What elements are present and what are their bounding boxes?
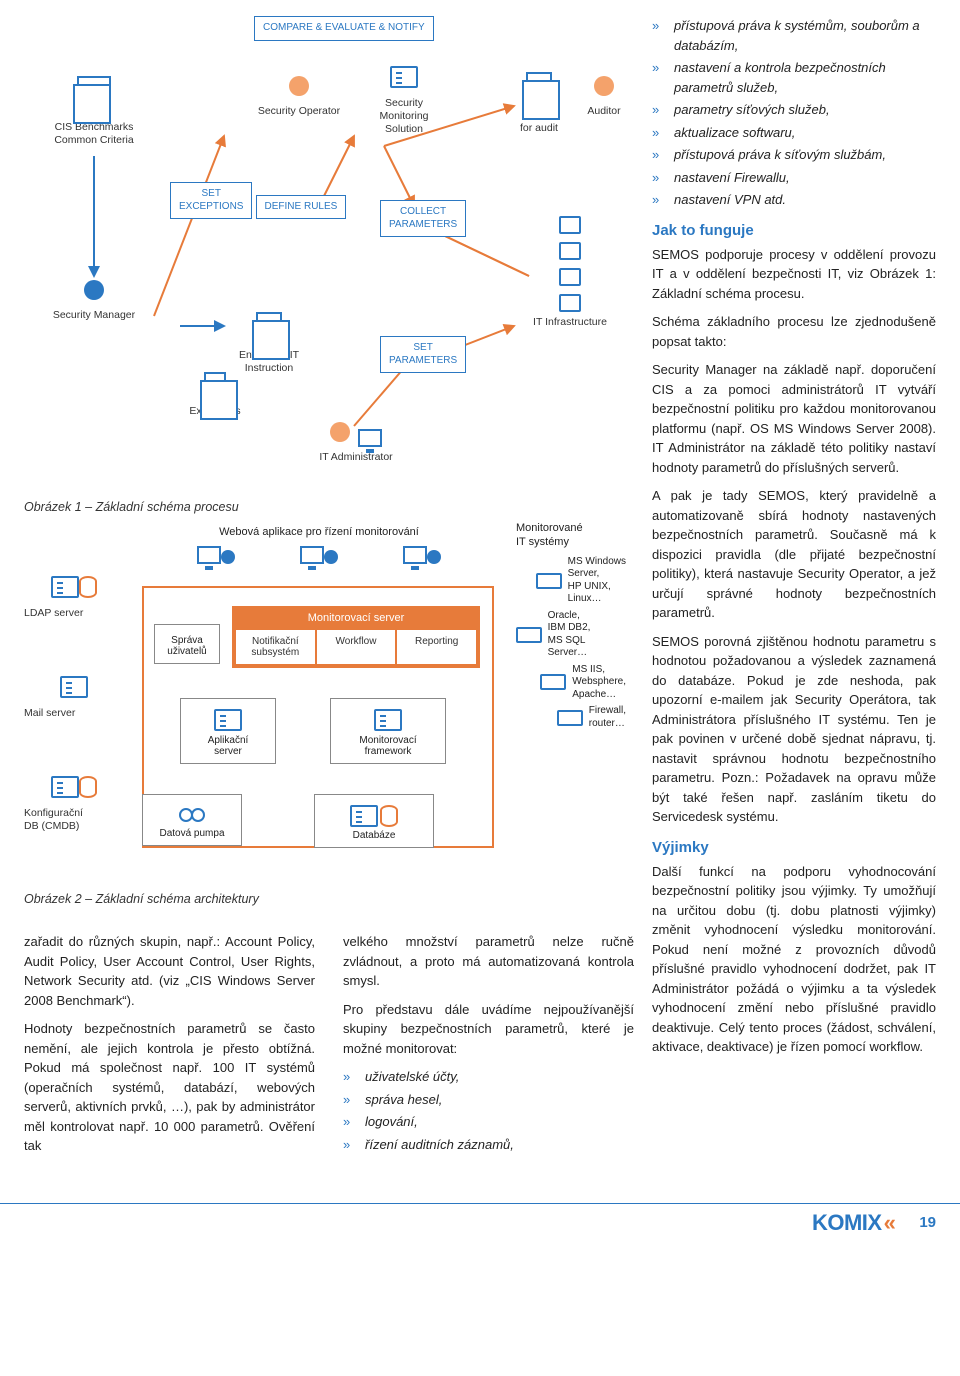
bottom-bullet-list: uživatelské účty, správa hesel, logování…: [343, 1067, 634, 1154]
user-icon: [330, 422, 350, 442]
bottom-bullet: správa hesel,: [343, 1090, 634, 1110]
user-mgmt-box: Správa uživatelů: [154, 624, 220, 664]
server-icon: [51, 776, 79, 798]
security-manager-label: Security Manager: [34, 309, 154, 322]
security-operator-label: Security Operator: [244, 105, 354, 118]
database-icon: [79, 576, 97, 598]
server-icon: [540, 674, 566, 690]
how-it-works-heading: Jak to funguje: [652, 222, 936, 239]
user-icon: [221, 550, 235, 564]
user-icon: [427, 550, 441, 564]
server-icon: [536, 573, 562, 589]
database-box: Databáze: [314, 794, 434, 848]
database-icon: [79, 776, 97, 798]
top-bullet: parametry síťových služeb,: [652, 100, 936, 120]
ldap-server-label: LDAP server: [24, 607, 124, 620]
notification-subsystem-cell: Notifikační subsystém: [236, 630, 315, 664]
bottom-bullet: řízení auditních záznamů,: [343, 1135, 634, 1155]
server-icon: [214, 709, 242, 731]
data-pump-box: Datová pumpa: [142, 794, 242, 846]
user-icon: [84, 280, 104, 300]
auditor-label: Auditor: [576, 105, 632, 118]
doc-icon: [256, 312, 282, 340]
server-icon: [350, 805, 378, 827]
user-icon: [594, 76, 614, 96]
user-icon: [324, 550, 338, 564]
server-icon: [516, 627, 542, 643]
monitored-systems-os: MS Windows Server, HP UNIX, Linux…: [568, 556, 626, 606]
bottom-col1-p2: Hodnoty bezpečnostních parametrů se čast…: [24, 1019, 315, 1156]
doc-icon: [77, 76, 111, 112]
define-rules-tag: DEFINE RULES: [256, 195, 347, 220]
bottom-col2-p2: Pro představu dále uvádíme nejpoužívaněj…: [343, 1000, 634, 1059]
app-server-box: Aplikační server: [180, 698, 276, 764]
workflow-cell: Workflow: [317, 630, 396, 664]
monitored-systems-title: Monitorované IT systémy: [516, 522, 626, 550]
top-bullet: nastavení Firewallu,: [652, 168, 936, 188]
it-administrator-label: IT Administrator: [296, 451, 416, 464]
security-monitoring-label: Security Monitoring Solution: [354, 97, 454, 136]
database-icon: [380, 805, 398, 827]
gears-icon: [177, 805, 207, 825]
doc-icon: [204, 372, 226, 396]
reporting-cell: Reporting: [397, 630, 476, 664]
server-icon: [51, 576, 79, 598]
config-db-label: Konfigurační DB (CMDB): [24, 807, 124, 833]
monitor-icon: [300, 546, 324, 564]
webapp-label: Webová aplikace pro řízení monitorování: [164, 526, 474, 540]
figure2-caption: Obrázek 2 – Základní schéma architektury: [24, 892, 344, 908]
top-bullet: nastavení a kontrola bezpečnostních para…: [652, 58, 936, 97]
bottom-col2-p1: velkého množství parametrů nelze ručně z…: [343, 932, 634, 991]
server-icon: [559, 268, 581, 286]
monitoring-framework-box: Monitorovací framework: [330, 698, 446, 764]
server-icon: [559, 216, 581, 234]
article-right-column: přístupová práva k systémům, souborům a …: [652, 16, 936, 1165]
article-paragraph: Schéma základního procesu lze zjednoduše…: [652, 312, 936, 351]
exceptions-heading: Výjimky: [652, 839, 936, 856]
user-icon: [289, 76, 309, 96]
article-paragraph: Security Manager na základě např. doporu…: [652, 360, 936, 477]
server-icon: [557, 710, 583, 726]
bottom-bullet: uživatelské účty,: [343, 1067, 634, 1087]
top-bullet: aktualizace softwaru,: [652, 123, 936, 143]
bottom-bullet: logování,: [343, 1112, 634, 1132]
collect-parameters-tag: COLLECT PARAMETERS: [380, 200, 466, 237]
monitor-icon: [403, 546, 427, 564]
article-paragraph: A pak je tady SEMOS, který pravidelně a …: [652, 486, 936, 623]
mail-server-label: Mail server: [24, 707, 124, 720]
article-paragraph: Další funkcí na podporu vyhodnocování be…: [652, 862, 936, 1057]
bottom-col1-p1: zařadit do různých skupin, např.: Accoun…: [24, 932, 315, 1010]
set-exceptions-tag: SET EXCEPTIONS: [170, 182, 252, 219]
architecture-diagram: COMPARE & EVALUATE & NOTIFY CIS Benchmar…: [24, 16, 634, 916]
monitored-systems-web: MS IIS, Websphere, Apache…: [572, 664, 626, 702]
server-icon: [60, 676, 88, 698]
top-bullet-list: přístupová práva k systémům, souborům a …: [652, 16, 936, 210]
article-paragraph: SEMOS podporuje procesy v oddělení provo…: [652, 245, 936, 304]
brand-logo: KOMIX«: [812, 1210, 895, 1236]
top-bullet: přístupová práva k síťovým službám,: [652, 145, 936, 165]
doc-icon: [526, 72, 552, 100]
monitor-icon: [358, 429, 382, 447]
bottom-text-columns: zařadit do různých skupin, např.: Accoun…: [24, 932, 634, 1165]
server-icon: [390, 66, 418, 88]
page-number: 19: [919, 1214, 936, 1231]
it-infrastructure-label: IT Infrastructure: [520, 316, 620, 329]
monitoring-server-title: Monitorovací server: [234, 608, 478, 628]
server-icon: [559, 294, 581, 312]
server-icon: [374, 709, 402, 731]
monitored-systems-net: Firewall, router…: [589, 705, 626, 730]
figure1-caption: Obrázek 1 – Základní schéma procesu: [24, 500, 324, 516]
monitor-icon: [197, 546, 221, 564]
server-icon: [559, 242, 581, 260]
top-bullet: nastavení VPN atd.: [652, 190, 936, 210]
set-parameters-tag: SET PARAMETERS: [380, 336, 466, 373]
article-paragraph: SEMOS porovná zjištěnou hodnotu parametr…: [652, 632, 936, 827]
monitored-systems-db: Oracle, IBM DB2, MS SQL Server…: [548, 610, 626, 660]
cis-benchmarks-label: CIS Benchmarks Common Criteria: [34, 121, 154, 147]
page-footer: KOMIX« 19: [0, 1203, 960, 1248]
top-bullet: přístupová práva k systémům, souborům a …: [652, 16, 936, 55]
compare-evaluate-tag: COMPARE & EVALUATE & NOTIFY: [254, 16, 434, 41]
